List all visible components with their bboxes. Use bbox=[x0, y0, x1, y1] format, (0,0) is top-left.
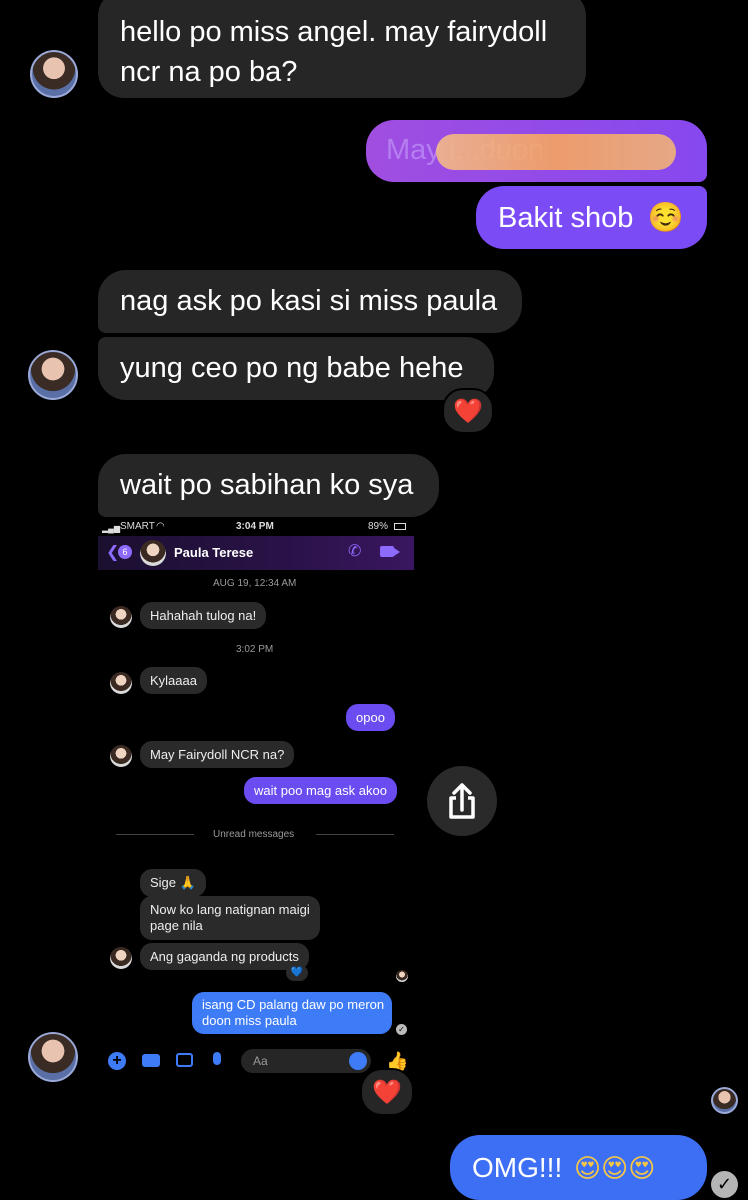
phone-icon[interactable]: ✆ bbox=[348, 541, 361, 561]
screenshot-image[interactable]: ▂▄▆ SMART ◠ 3:04 PM 89% ❮ 6 Paula Terese… bbox=[98, 518, 420, 1086]
seen-check-icon: ✓ bbox=[711, 1171, 738, 1198]
battery-icon bbox=[394, 523, 406, 530]
share-button[interactable] bbox=[427, 766, 497, 836]
message-text: wait po sabihan ko sya bbox=[120, 469, 414, 501]
message-text: Bakit shob bbox=[498, 202, 634, 234]
carrier-label: SMART bbox=[120, 521, 155, 532]
heart-eyes-emoji: 😍😍😍 bbox=[574, 1154, 656, 1184]
clock: 3:04 PM bbox=[236, 521, 274, 532]
contact-avatar bbox=[110, 606, 132, 628]
heart-icon: ❤️ bbox=[453, 397, 483, 425]
incoming-message[interactable]: Now ko lang natignan maigi page nila bbox=[140, 896, 320, 940]
heart-icon: ❤️ bbox=[372, 1078, 402, 1106]
incoming-message[interactable]: Hahahah tulog na! bbox=[140, 602, 267, 629]
outgoing-message[interactable]: May i...duon bbox=[366, 120, 707, 182]
message-input[interactable]: Aa bbox=[241, 1049, 371, 1073]
contact-avatar[interactable] bbox=[140, 540, 166, 566]
incoming-message[interactable]: May Fairydoll NCR na? bbox=[140, 741, 295, 768]
outgoing-message[interactable]: OMG!!! 😍😍😍 bbox=[450, 1135, 707, 1200]
sent-check-icon: ✓ bbox=[396, 1024, 407, 1035]
seen-avatar bbox=[396, 970, 408, 982]
message-text: Now ko lang natignan maigi bbox=[150, 902, 310, 917]
incoming-message[interactable]: Ang gaganda ng products bbox=[140, 943, 309, 970]
time-divider: 3:02 PM bbox=[236, 644, 274, 655]
video-icon[interactable] bbox=[380, 546, 394, 557]
divider-line bbox=[316, 834, 394, 835]
blue-heart-icon: 💙 bbox=[290, 967, 304, 978]
chat-header: ❮ 6 Paula Terese ✆ bbox=[98, 536, 414, 570]
incoming-message[interactable]: wait po sabihan ko sya bbox=[98, 454, 439, 517]
contact-avatar[interactable] bbox=[30, 50, 78, 98]
signal-icon: ▂▄▆ bbox=[102, 524, 120, 533]
contact-name[interactable]: Paula Terese bbox=[174, 545, 253, 560]
date-divider: AUG 19, 12:34 AM bbox=[213, 578, 297, 589]
contact-avatar bbox=[110, 672, 132, 694]
outgoing-message[interactable]: Bakit shob ☺️ bbox=[476, 186, 707, 249]
share-icon bbox=[449, 783, 475, 819]
heart-reaction[interactable]: ❤️ bbox=[442, 388, 494, 434]
back-count-badge[interactable]: 6 bbox=[118, 545, 132, 559]
outgoing-message[interactable]: isang CD palang daw po meron doon miss p… bbox=[192, 992, 392, 1034]
plus-icon[interactable]: + bbox=[108, 1052, 126, 1070]
message-text: hello po miss angel. may fairydoll bbox=[120, 16, 548, 48]
status-bar: ▂▄▆ SMART ◠ 3:04 PM 89% bbox=[98, 521, 408, 535]
message-text: yung ceo po ng babe hehe bbox=[120, 352, 464, 384]
input-placeholder: Aa bbox=[253, 1054, 268, 1068]
outgoing-message[interactable]: wait poo mag ask akoo bbox=[244, 777, 397, 804]
heart-reaction[interactable]: ❤️ bbox=[360, 1068, 414, 1116]
contact-avatar[interactable] bbox=[28, 1032, 78, 1082]
incoming-message[interactable]: nag ask po kasi si miss paula bbox=[98, 270, 522, 333]
contact-avatar[interactable] bbox=[28, 350, 78, 400]
camera-icon[interactable] bbox=[142, 1054, 160, 1067]
heart-reaction[interactable]: 💙 bbox=[286, 965, 308, 981]
message-text: ncr na po ba? bbox=[120, 56, 298, 88]
message-text: doon miss paula bbox=[202, 1013, 297, 1028]
contact-avatar bbox=[110, 745, 132, 767]
message-text: OMG!!! bbox=[472, 1152, 563, 1183]
smiling-emoji: ☺️ bbox=[647, 200, 684, 234]
incoming-message[interactable]: Sige 🙏 bbox=[140, 869, 206, 897]
battery-percent: 89% bbox=[368, 521, 389, 532]
message-text: page nila bbox=[150, 918, 203, 933]
incoming-message[interactable]: Kylaaaa bbox=[140, 667, 207, 694]
incoming-message[interactable]: yung ceo po ng babe hehe bbox=[98, 337, 494, 400]
gallery-icon[interactable] bbox=[176, 1053, 193, 1067]
contact-avatar bbox=[110, 947, 132, 969]
message-text: nag ask po kasi si miss paula bbox=[120, 285, 498, 317]
unread-label: Unread messages bbox=[213, 829, 295, 840]
divider-line bbox=[116, 834, 194, 835]
message-text: isang CD palang daw po meron bbox=[202, 997, 385, 1012]
incoming-message[interactable]: hello po miss angel. may fairydoll ncr n… bbox=[98, 0, 586, 98]
outgoing-message[interactable]: opoo bbox=[346, 704, 395, 731]
redaction-scribble bbox=[436, 134, 676, 170]
seen-avatar bbox=[711, 1087, 738, 1114]
emoji-icon[interactable] bbox=[349, 1052, 367, 1070]
microphone-icon[interactable] bbox=[213, 1052, 221, 1065]
wifi-icon: ◠ bbox=[156, 521, 165, 532]
